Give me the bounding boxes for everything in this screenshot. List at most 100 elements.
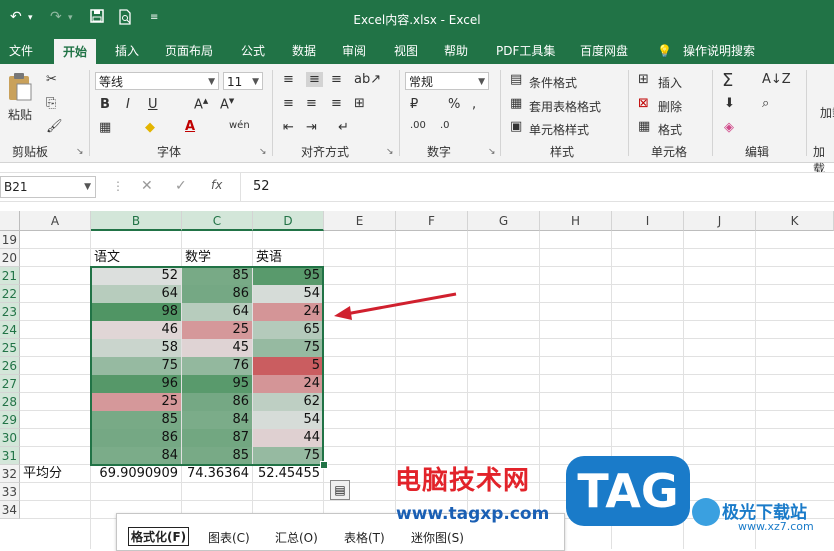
column-header-b[interactable]: B <box>91 211 182 231</box>
row-header-25[interactable]: 25 <box>0 339 20 357</box>
orientation-icon[interactable]: ab↗ <box>354 72 381 87</box>
row-header-27[interactable]: 27 <box>0 375 20 393</box>
cut-icon[interactable]: ✂ <box>46 72 57 87</box>
clear-icon[interactable]: ◈ <box>724 120 734 135</box>
column-header-a[interactable]: A <box>20 211 91 231</box>
data-cell[interactable]: 44 <box>253 429 323 447</box>
increase-decimal-icon[interactable]: .00 <box>410 120 426 131</box>
data-cell[interactable]: 25 <box>182 321 252 339</box>
data-cell[interactable]: 62 <box>253 393 323 411</box>
phonetic-icon[interactable]: wén <box>229 120 250 131</box>
font-color-icon[interactable]: A <box>185 119 195 134</box>
column-header-e[interactable]: E <box>324 211 396 231</box>
fill-color-icon[interactable]: ◆ <box>145 120 155 135</box>
data-cell[interactable]: 96 <box>91 375 181 393</box>
data-cell[interactable]: 95 <box>182 375 252 393</box>
tab-help[interactable]: 帮助 <box>444 38 468 64</box>
column-header-g[interactable]: G <box>468 211 540 231</box>
data-cell[interactable]: 65 <box>253 321 323 339</box>
data-cell[interactable]: 98 <box>91 303 181 321</box>
data-cell[interactable]: 75 <box>253 339 323 357</box>
row-header-26[interactable]: 26 <box>0 357 20 375</box>
data-cell[interactable]: 76 <box>182 357 252 375</box>
paste-button[interactable]: 粘贴 <box>6 72 36 132</box>
cell-styles-button[interactable]: 单元格样式 <box>529 121 589 138</box>
data-cell[interactable]: 75 <box>91 357 181 375</box>
tab-page-layout[interactable]: 页面布局 <box>165 38 213 64</box>
italic-icon[interactable]: I <box>126 97 130 112</box>
decrease-font-icon[interactable]: A▼ <box>220 97 234 112</box>
increase-font-icon[interactable]: A▲ <box>194 97 208 112</box>
data-cell[interactable]: 84 <box>91 447 181 465</box>
tab-pdf-tools[interactable]: PDF工具集 <box>496 38 555 64</box>
fill-handle[interactable] <box>320 461 328 469</box>
fill-icon[interactable]: ⬇ <box>724 96 735 111</box>
formula-input[interactable]: 52 <box>253 179 270 194</box>
row-header-32[interactable]: 32 <box>0 465 20 483</box>
cancel-icon[interactable]: ✕ <box>141 178 153 194</box>
data-cell[interactable]: 54 <box>253 411 323 429</box>
column-header-c[interactable]: C <box>182 211 253 231</box>
autosum-icon[interactable]: Σ <box>722 70 733 91</box>
row-header-20[interactable]: 20 <box>0 249 20 267</box>
decrease-indent-icon[interactable]: ⇤ <box>283 120 294 135</box>
column-header-h[interactable]: H <box>540 211 612 231</box>
row-header-19[interactable]: 19 <box>0 231 20 249</box>
select-all-corner[interactable] <box>0 211 20 231</box>
data-cell[interactable]: 58 <box>91 339 181 357</box>
qa-tab-totals[interactable]: 汇总(O) <box>275 529 318 546</box>
data-cell[interactable]: 24 <box>253 375 323 393</box>
font-name-select[interactable]: 等线 ▼ <box>95 72 219 90</box>
data-cell[interactable]: 52 <box>91 267 181 285</box>
enter-icon[interactable]: ✓ <box>175 178 187 194</box>
format-cells-button[interactable]: 格式 <box>658 121 682 138</box>
data-cell[interactable]: 85 <box>182 447 252 465</box>
underline-icon[interactable]: U <box>148 97 158 112</box>
column-header-d[interactable]: D <box>253 211 324 231</box>
row-header-33[interactable]: 33 <box>0 483 20 501</box>
tab-file[interactable]: 文件 <box>9 38 33 64</box>
tab-baidu-netdisk[interactable]: 百度网盘 <box>580 38 628 64</box>
data-cell[interactable]: 45 <box>182 339 252 357</box>
row-header-23[interactable]: 23 <box>0 303 20 321</box>
data-cell[interactable]: 5 <box>253 357 323 375</box>
data-cell[interactable]: 86 <box>182 393 252 411</box>
find-select-icon[interactable]: ⌕ <box>762 96 769 111</box>
average-cell[interactable]: 74.36364 <box>182 465 252 483</box>
data-cell[interactable]: 24 <box>253 303 323 321</box>
align-middle-icon[interactable]: ≡ <box>306 72 323 87</box>
align-right-icon[interactable]: ≡ <box>331 96 342 111</box>
alignment-launcher-icon[interactable]: ↘ <box>386 147 394 157</box>
column-header-k[interactable]: K <box>756 211 834 231</box>
qa-tab-charts[interactable]: 图表(C) <box>208 529 250 546</box>
tell-me-search[interactable]: 操作说明搜索 <box>683 38 755 64</box>
accounting-format-icon[interactable]: ₽ <box>410 97 418 112</box>
tab-home[interactable]: 开始 <box>54 39 97 64</box>
tab-formulas[interactable]: 公式 <box>241 38 265 64</box>
tab-review[interactable]: 审阅 <box>342 38 366 64</box>
data-cell[interactable]: 54 <box>253 285 323 303</box>
data-cell[interactable]: 87 <box>182 429 252 447</box>
borders-icon[interactable]: ▦ <box>99 120 111 135</box>
data-cell[interactable]: 84 <box>182 411 252 429</box>
qa-tab-sparklines[interactable]: 迷你图(S) <box>411 529 464 546</box>
data-cell[interactable]: 64 <box>182 303 252 321</box>
data-cell[interactable]: 46 <box>91 321 181 339</box>
align-bottom-icon[interactable]: ≡ <box>331 72 342 87</box>
average-label-cell[interactable]: 平均分 <box>20 465 90 483</box>
tab-insert[interactable]: 插入 <box>115 38 139 64</box>
row-header-28[interactable]: 28 <box>0 393 20 411</box>
format-painter-icon[interactable]: 🖌 <box>46 119 63 134</box>
column-header-f[interactable]: F <box>396 211 468 231</box>
align-top-icon[interactable]: ≡ <box>283 72 294 87</box>
row-header-34[interactable]: 34 <box>0 501 20 519</box>
header-cell[interactable]: 英语 <box>253 249 323 267</box>
header-cell[interactable]: 数学 <box>182 249 252 267</box>
copy-icon[interactable]: ⎘ <box>46 96 56 111</box>
qa-tab-formatting[interactable]: 格式化(F) <box>128 527 190 546</box>
quick-analysis-icon[interactable]: ▤ <box>330 480 350 500</box>
data-cell[interactable]: 86 <box>91 429 181 447</box>
average-cell[interactable]: 52.45455 <box>253 465 323 483</box>
wrap-text-icon[interactable]: ↵ <box>338 120 349 135</box>
clipboard-launcher-icon[interactable]: ↘ <box>76 147 84 157</box>
